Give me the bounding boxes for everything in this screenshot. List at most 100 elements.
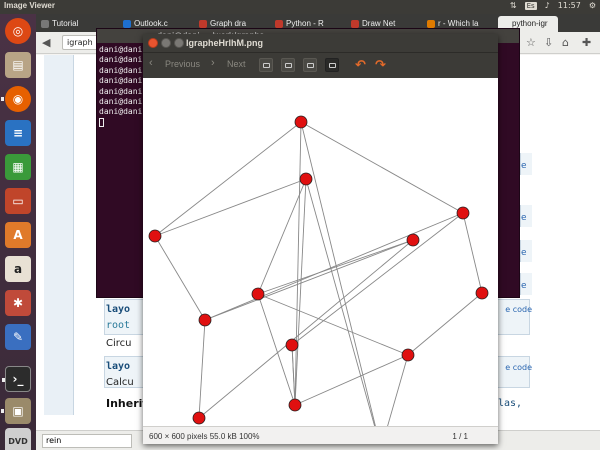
amazon-icon[interactable]: a: [5, 256, 31, 282]
source-code-link[interactable]: e code: [505, 305, 532, 314]
libreoffice-calc-icon[interactable]: ▦: [5, 154, 31, 180]
libreoffice-impress-icon[interactable]: ▭: [5, 188, 31, 214]
firefox-icon[interactable]: ◉: [1, 86, 31, 112]
image-info: 600 × 600 pixels 55.0 kB 100%: [149, 432, 260, 441]
maximize-icon[interactable]: [174, 38, 184, 48]
software-center-icon[interactable]: A: [5, 222, 31, 248]
text-editor-icon[interactable]: ✎: [5, 324, 31, 350]
close-icon[interactable]: [148, 38, 158, 48]
best-fit-icon[interactable]: [325, 58, 339, 72]
terminal-icon[interactable]: ›_: [2, 366, 31, 392]
inherited-list-text[interactable]: las,: [498, 398, 522, 409]
method-link-stub[interactable]: e: [520, 205, 532, 227]
tab-label: Graph dra: [210, 19, 247, 28]
favicon-icon: [199, 20, 207, 28]
graph-edge-3-7: [154, 235, 206, 321]
rotate-right-icon[interactable]: ↷: [375, 58, 386, 73]
tab-label: Tutorial: [52, 19, 79, 28]
clock[interactable]: 11:57: [558, 1, 581, 10]
viewer-title: IgrapheHrlhM.png: [186, 38, 263, 48]
graph-node-10: [401, 348, 415, 362]
dvd-icon[interactable]: DVD: [5, 428, 31, 450]
graph-edge-4-9: [291, 212, 464, 346]
method-link-stub[interactable]: e: [520, 153, 532, 175]
tab-label: r - Which la: [438, 19, 479, 28]
network-icon[interactable]: ⇅: [510, 1, 517, 10]
graph-node-1: [294, 115, 308, 129]
minimize-icon[interactable]: [161, 38, 171, 48]
libreoffice-writer-icon[interactable]: ≡: [5, 120, 31, 146]
graph-edge-4-7: [204, 212, 464, 321]
home-icon[interactable]: ⌂: [562, 36, 569, 49]
method-link-stub[interactable]: e: [520, 273, 532, 295]
launcher: ◎ ▤ ◉ ≡ ▦ ▭ A a ✱ ✎ ›_ ▣ DVD: [0, 14, 36, 450]
graph-edge-6-10: [257, 293, 409, 356]
tab-label: python-igr: [512, 19, 548, 28]
find-text: rein: [46, 436, 62, 445]
graph-node-3: [148, 229, 162, 243]
bookmark-star-icon[interactable]: ☆: [526, 36, 536, 49]
graph-edge-1-12: [294, 121, 302, 406]
tab-label: Draw Net: [362, 19, 396, 28]
terminal-cursor: [99, 117, 104, 127]
chevron-right-icon[interactable]: ›: [211, 57, 215, 69]
back-icon[interactable]: ◀: [42, 36, 50, 49]
graph-edge-2-3: [154, 178, 307, 237]
addon-icon[interactable]: ✚: [582, 36, 591, 49]
viewer-toolbar: ‹ Previous › Next ↶ ↷: [143, 52, 498, 78]
tab-label: Python - R: [286, 19, 324, 28]
graph-node-7: [198, 313, 212, 327]
graph-node-2: [299, 172, 313, 186]
ubuntu-logo-icon[interactable]: ◎: [5, 18, 31, 44]
method-link-stub[interactable]: e: [520, 240, 532, 262]
rotate-left-icon[interactable]: ↶: [355, 58, 366, 73]
graph-node-12: [288, 398, 302, 412]
keyboard-layout-indicator[interactable]: Es: [524, 1, 537, 10]
previous-button[interactable]: Previous: [165, 59, 200, 69]
viewer-titlebar[interactable]: IgrapheHrlhM.png: [143, 34, 498, 52]
graph-edge-2-12: [294, 178, 307, 406]
active-app-title: Image Viewer: [4, 1, 55, 10]
image-canvas[interactable]: [143, 78, 498, 450]
stackoverflow-icon: [427, 20, 435, 28]
graph-edge-5-7: [204, 239, 414, 321]
volume-icon[interactable]: ♪: [545, 1, 550, 10]
zoom-out-icon[interactable]: [281, 58, 295, 72]
graph-node-6: [251, 287, 265, 301]
graph-node-4: [456, 206, 470, 220]
top-panel: Image Viewer ⇅ Es ♪ 11:57 ⚙: [0, 0, 600, 14]
graph-edge-5-11: [198, 239, 414, 419]
network-graph: [148, 115, 489, 450]
page-sidebar: [44, 55, 74, 415]
graph-edge-8-10: [407, 292, 483, 356]
image-viewer-icon[interactable]: ▣: [1, 398, 31, 424]
graph-edge-1-13: [300, 121, 382, 450]
graph-node-5: [406, 233, 420, 247]
graph-node-9: [285, 338, 299, 352]
image-viewer-window: IgrapheHrlhM.png ‹ Previous › Next ↶ ↷ 6…: [143, 34, 498, 450]
next-button[interactable]: Next: [227, 59, 246, 69]
url-text: igraph: [67, 38, 93, 47]
graph-edge-10-12: [294, 354, 409, 406]
graph-node-11: [192, 411, 206, 425]
downloads-icon[interactable]: ⇩: [544, 36, 553, 49]
source-code-link[interactable]: e code: [505, 363, 532, 372]
graph-edge-4-8: [462, 212, 483, 294]
graph-edge-10-13: [380, 354, 409, 450]
graph-edge-7-11: [198, 319, 206, 419]
tab-favicon-icon: [41, 20, 49, 28]
zoom-in-icon[interactable]: [303, 58, 317, 72]
settings-icon[interactable]: ✱: [5, 290, 31, 316]
graph-edge-1-4: [300, 121, 464, 214]
image-pager: 1 / 1: [452, 432, 468, 441]
find-input[interactable]: rein: [42, 434, 132, 448]
fit-icon[interactable]: [259, 58, 273, 72]
files-icon[interactable]: ▤: [5, 52, 31, 78]
chevron-left-icon[interactable]: ‹: [149, 57, 153, 69]
favicon-icon: [351, 20, 359, 28]
graph-edge-1-3: [154, 121, 302, 237]
system-tray: ⇅ Es ♪ 11:57 ⚙: [510, 1, 596, 10]
graph-node-8: [475, 286, 489, 300]
settings-gear-icon[interactable]: ⚙: [589, 1, 596, 10]
graph-edge-2-13: [305, 178, 382, 450]
